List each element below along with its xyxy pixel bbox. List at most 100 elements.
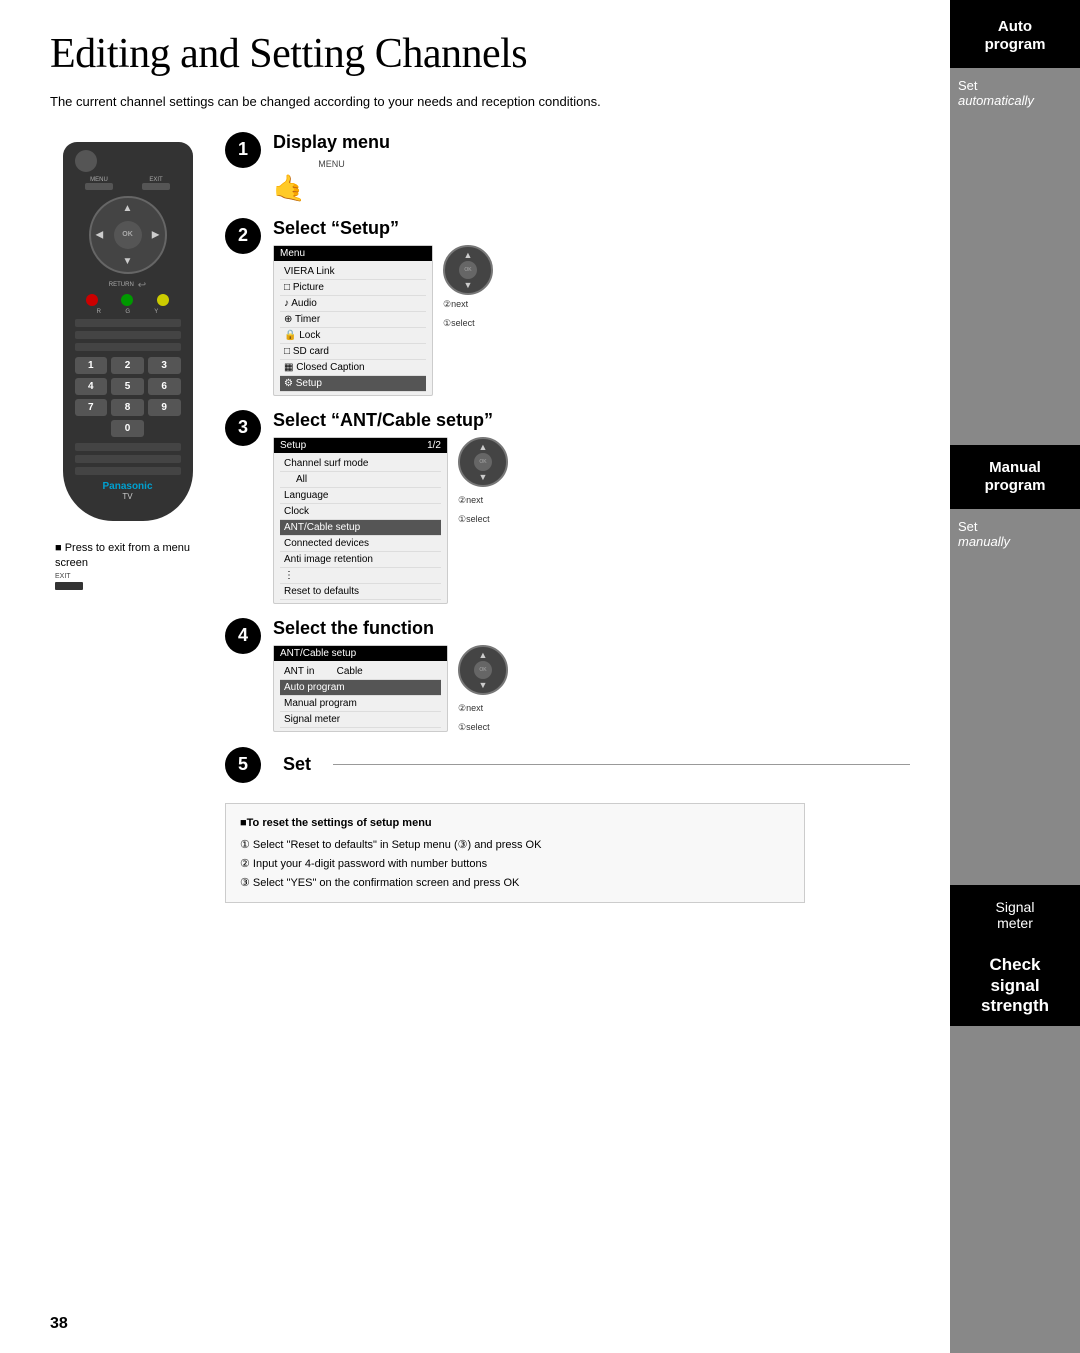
step-2-select-label: ①select (443, 318, 493, 329)
green-btn[interactable] (121, 294, 133, 306)
step-2-title: Select “Setup” (273, 218, 910, 239)
step-3-nav-circle: ▲ ▼ OK (458, 437, 508, 487)
press-exit-section: ■ Press to exit from a menu screen EXIT (50, 541, 205, 591)
sidebar-set-automatically: Set automatically (950, 68, 1080, 118)
remote-bottom-btn-3[interactable] (75, 467, 181, 475)
remote-dpad[interactable]: ▲ ▼ ◀ ▶ OK (89, 196, 167, 274)
menu-item-picture: □ Picture (280, 280, 426, 296)
step-4: 4 Select the function ANT/Cable setup AN… (225, 618, 910, 733)
menu-item-manual-prog: Manual program (280, 696, 441, 712)
step-3-title: Select “ANT/Cable setup” (273, 410, 910, 431)
remote-long-btn-2[interactable] (75, 331, 181, 339)
num-btn-1[interactable]: 1 (75, 357, 108, 374)
remote-color-btns (75, 294, 181, 306)
reset-info-box: ■To reset the settings of setup menu ① S… (225, 803, 805, 904)
menu-item-clock: Clock (280, 504, 441, 520)
step-4-next-label: ②next (458, 703, 508, 714)
remote-bottom-btn-1[interactable] (75, 443, 181, 451)
hand-icon: 🤙 (273, 173, 390, 204)
menu-item-sdcard: □ SD card (280, 344, 426, 360)
dpad-ok-btn[interactable]: OK (114, 221, 142, 249)
nav4-down-icon: ▼ (479, 680, 488, 690)
num-btn-5[interactable]: 5 (111, 378, 144, 395)
step-4-circle: 4 (225, 618, 261, 654)
dpad-down-icon[interactable]: ▼ (123, 256, 133, 267)
exit-small-label: EXIT (55, 573, 205, 580)
exit-btn[interactable] (142, 183, 170, 190)
step-3-select-label: ①select (458, 514, 508, 525)
remote-top-section (71, 150, 185, 172)
num-btn-4[interactable]: 4 (75, 378, 108, 395)
remote-long-btn-1[interactable] (75, 319, 181, 327)
step-4-nav-circle: ▲ ▼ OK (458, 645, 508, 695)
step-5-title: Set (283, 754, 311, 775)
menu-item-setup: ⚙ Setup (280, 376, 426, 392)
tv-label: TV (71, 492, 185, 501)
remote-control: MENU EXIT ▲ ▼ ◀ (63, 142, 193, 521)
remote-power-btn[interactable] (75, 150, 97, 172)
dpad-right-icon[interactable]: ▶ (152, 229, 160, 240)
num-btn-9[interactable]: 9 (148, 399, 181, 416)
menu-item-ant-in: ANT in Cable (280, 664, 441, 680)
dpad-left-icon[interactable]: ◀ (96, 229, 104, 240)
step-4-menu-header: ANT/Cable setup (274, 646, 447, 661)
sidebar-auto-label: Autoprogram (958, 18, 1072, 54)
step-3-menu-header: Setup 1/2 (274, 438, 447, 453)
remote-long-btn-3[interactable] (75, 343, 181, 351)
step-1-circle: 1 (225, 132, 261, 168)
num-btn-7[interactable]: 7 (75, 399, 108, 416)
step-3-content: Select “ANT/Cable setup” Setup 1/2 Chann… (273, 410, 910, 604)
step-5-line (333, 764, 910, 765)
num-btn-0[interactable]: 0 (111, 420, 144, 437)
intro-text: The current channel settings can be chan… (50, 92, 730, 112)
step-2-content: Select “Setup” Menu VIERA Link □ Picture… (273, 218, 910, 396)
sidebar-set-label-2: Set (958, 519, 1072, 534)
menu-item-ant-cable: ANT/Cable setup (280, 520, 441, 536)
content-area: MENU EXIT ▲ ▼ ◀ (50, 132, 910, 904)
steps-area: 1 Display menu MENU 🤙 2 (205, 132, 910, 904)
menu-item-dots: ⋮ (280, 568, 441, 584)
step-4-select-label: ①select (458, 722, 508, 733)
remote-bottom-btn-2[interactable] (75, 455, 181, 463)
remote-return-row: RETURN ↩ (71, 280, 185, 291)
num-btn-8[interactable]: 8 (111, 399, 144, 416)
step-3-circle: 3 (225, 410, 261, 446)
sidebar-set-label-1: Set (958, 78, 1072, 93)
nav3-ok: OK (474, 453, 492, 471)
step-2-nav-circle: ▲ ▼ OK (443, 245, 493, 295)
step-4-nav: ▲ ▼ OK ②next ①select (458, 645, 508, 733)
sidebar-gap-2 (950, 559, 1080, 886)
menu-item-audio: ♪ Audio (280, 296, 426, 312)
menu-btn[interactable] (85, 183, 113, 190)
reset-item-3: ③ Select "YES" on the confirmation scree… (240, 874, 790, 893)
page-container: Editing and Setting Channels The current… (0, 0, 1080, 1353)
step-4-content: Select the function ANT/Cable setup ANT … (273, 618, 910, 733)
step-2: 2 Select “Setup” Menu VIERA Link □ Pictu… (225, 218, 910, 396)
num-btn-6[interactable]: 6 (148, 378, 181, 395)
sidebar-manual-program: Manualprogram (950, 445, 1080, 509)
nav2-down-icon: ▼ (464, 280, 473, 290)
step-2-next-label: ②next (443, 299, 493, 310)
main-content: Editing and Setting Channels The current… (0, 0, 950, 1353)
step-4-title: Select the function (273, 618, 910, 639)
menu-item-auto-prog: Auto program (280, 680, 441, 696)
sidebar-set-manually: Set manually (950, 509, 1080, 559)
menu-item-anti-image: Anti image retention (280, 552, 441, 568)
yellow-btn[interactable] (157, 294, 169, 306)
nav3-up-icon: ▲ (479, 442, 488, 452)
exit-small-btn[interactable] (55, 582, 83, 590)
red-btn[interactable] (86, 294, 98, 306)
return-icon[interactable]: ↩ (138, 280, 146, 291)
reset-info-title: ■To reset the settings of setup menu (240, 814, 790, 833)
sidebar-auto-sublabel: automatically (958, 93, 1072, 108)
nav2-ok: OK (459, 261, 477, 279)
remote-num-grid: 1 2 3 4 5 6 7 8 9 0 (75, 357, 181, 437)
step-3: 3 Select “ANT/Cable setup” Setup 1/2 Cha… (225, 410, 910, 604)
step-3-next-label: ②next (458, 495, 508, 506)
sidebar-manual-label: Manualprogram (958, 459, 1072, 495)
remote-container: MENU EXIT ▲ ▼ ◀ (50, 142, 205, 904)
num-btn-2[interactable]: 2 (111, 357, 144, 374)
num-btn-3[interactable]: 3 (148, 357, 181, 374)
menu-item-all: All (280, 472, 441, 488)
dpad-up-icon[interactable]: ▲ (123, 203, 133, 214)
